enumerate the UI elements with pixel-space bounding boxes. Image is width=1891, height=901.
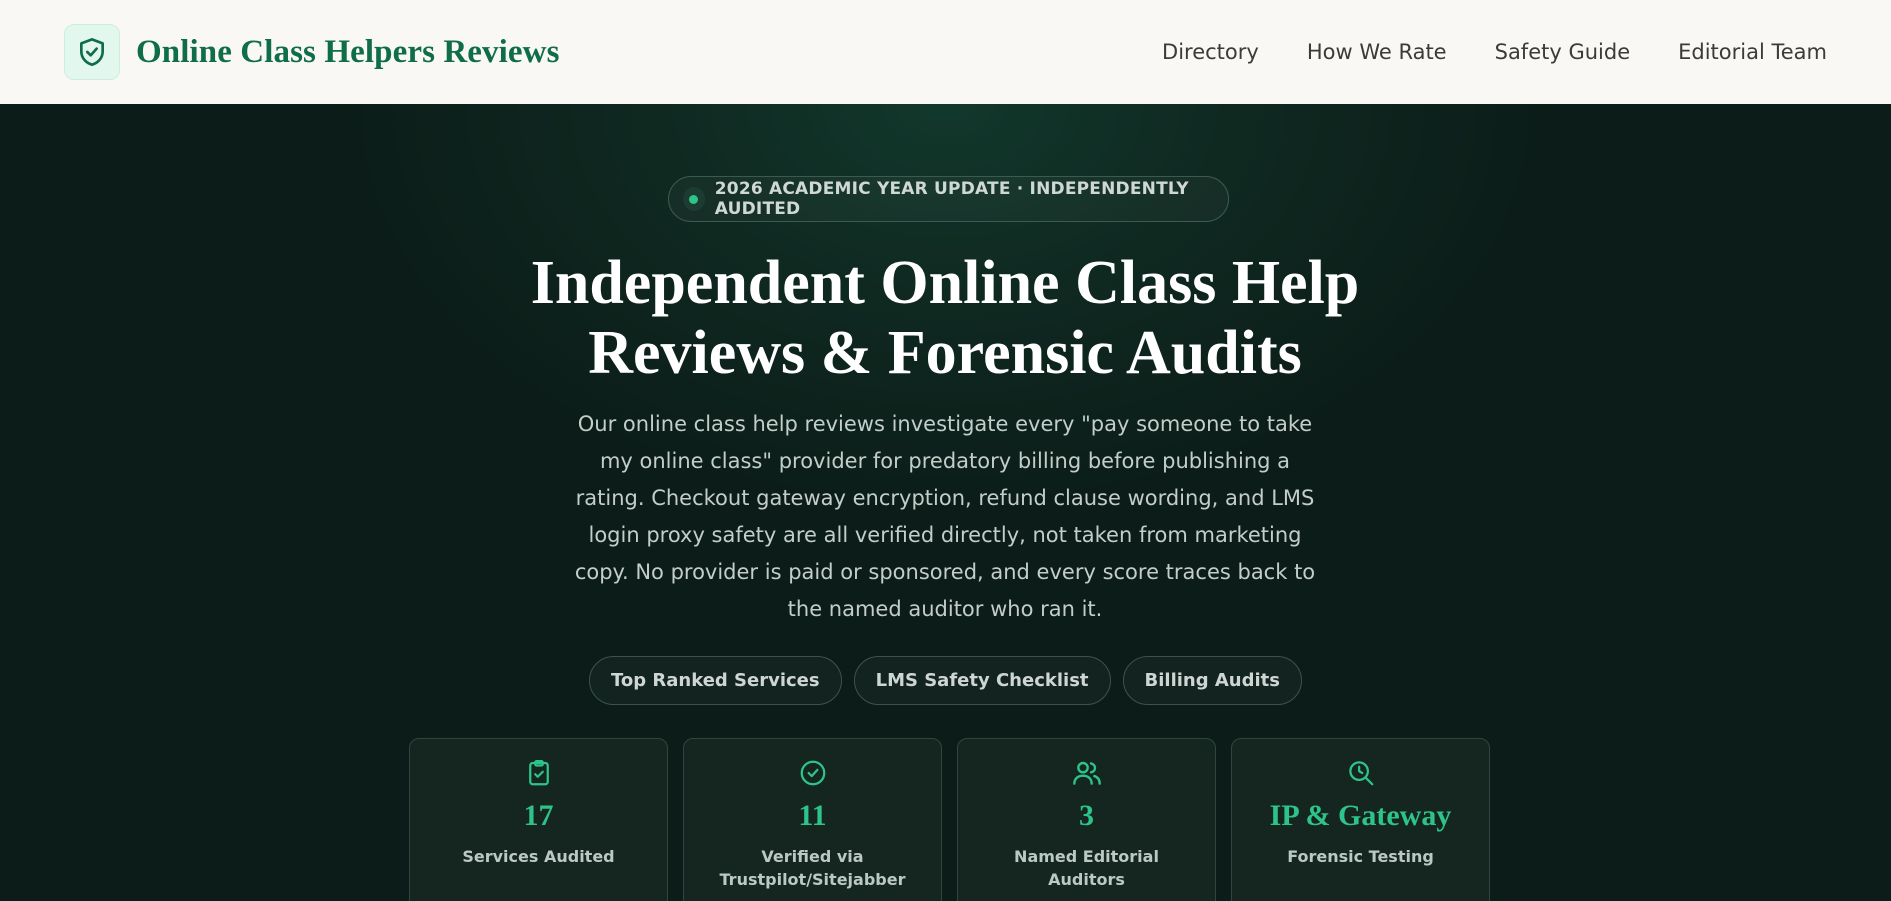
hero-section: 2026 ACADEMIC YEAR UPDATE · INDEPENDENTL… — [0, 104, 1891, 901]
stat-value: 11 — [798, 799, 827, 832]
nav-editorial-team[interactable]: Editorial Team — [1678, 40, 1827, 64]
search-clock-icon — [1348, 761, 1373, 786]
stat-card-services-audited: 17 Services Audited — [409, 738, 668, 901]
stat-label: Forensic Testing — [1287, 847, 1434, 866]
hero-description: Our online class help reviews investigat… — [574, 412, 1316, 621]
shield-check-icon — [80, 38, 104, 66]
stat-value: 17 — [523, 799, 554, 832]
badge-text: 2026 ACADEMIC YEAR UPDATE · INDEPENDENTL… — [714, 179, 1189, 219]
stat-value: 3 — [1079, 799, 1094, 832]
brand-title[interactable]: Online Class Helpers Reviews — [136, 34, 560, 71]
brand[interactable]: Online Class Helpers Reviews — [64, 24, 560, 80]
stat-label: Verified via Trustpilot/Sitejabber — [719, 847, 906, 889]
nav-how-we-rate[interactable]: How We Rate — [1307, 40, 1447, 64]
title-line-2: Reviews & Forensic Audits — [588, 319, 1302, 387]
status-dot-icon — [683, 187, 705, 211]
clipboard-check-icon — [528, 760, 549, 786]
pill-top-ranked-services[interactable]: Top Ranked Services — [588, 656, 842, 705]
users-icon — [1072, 761, 1101, 785]
stat-label: Named Editorial Auditors — [1014, 847, 1159, 889]
nav-safety-guide[interactable]: Safety Guide — [1495, 40, 1631, 64]
pill-lms-safety-checklist[interactable]: LMS Safety Checklist — [853, 656, 1111, 705]
update-badge: 2026 ACADEMIC YEAR UPDATE · INDEPENDENTL… — [668, 176, 1229, 222]
pill-billing-audits[interactable]: Billing Audits — [1122, 656, 1302, 705]
logo[interactable] — [64, 24, 120, 80]
stat-card-forensic-testing: IP & Gateway Forensic Testing — [1231, 738, 1490, 901]
stat-value: IP & Gateway — [1269, 799, 1452, 832]
stat-label: Services Audited — [462, 847, 615, 866]
stat-card-auditors: 3 Named Editorial Auditors — [957, 738, 1216, 901]
title-line-1: Independent Online Class Help — [530, 249, 1360, 317]
stats-row: 17 Services Audited 11 Verified via Trus… — [409, 738, 1490, 901]
page-title: Independent Online Class Help Reviews & … — [445, 248, 1445, 388]
nav-directory[interactable]: Directory — [1162, 40, 1259, 64]
quick-links: Top Ranked Services LMS Safety Checklist… — [0, 656, 1891, 705]
check-circle-icon — [800, 760, 825, 786]
main-nav: Directory How We Rate Safety Guide Edito… — [1162, 40, 1827, 64]
site-header: Online Class Helpers Reviews Directory H… — [0, 0, 1891, 104]
stat-card-verified: 11 Verified via Trustpilot/Sitejabber — [683, 738, 942, 901]
